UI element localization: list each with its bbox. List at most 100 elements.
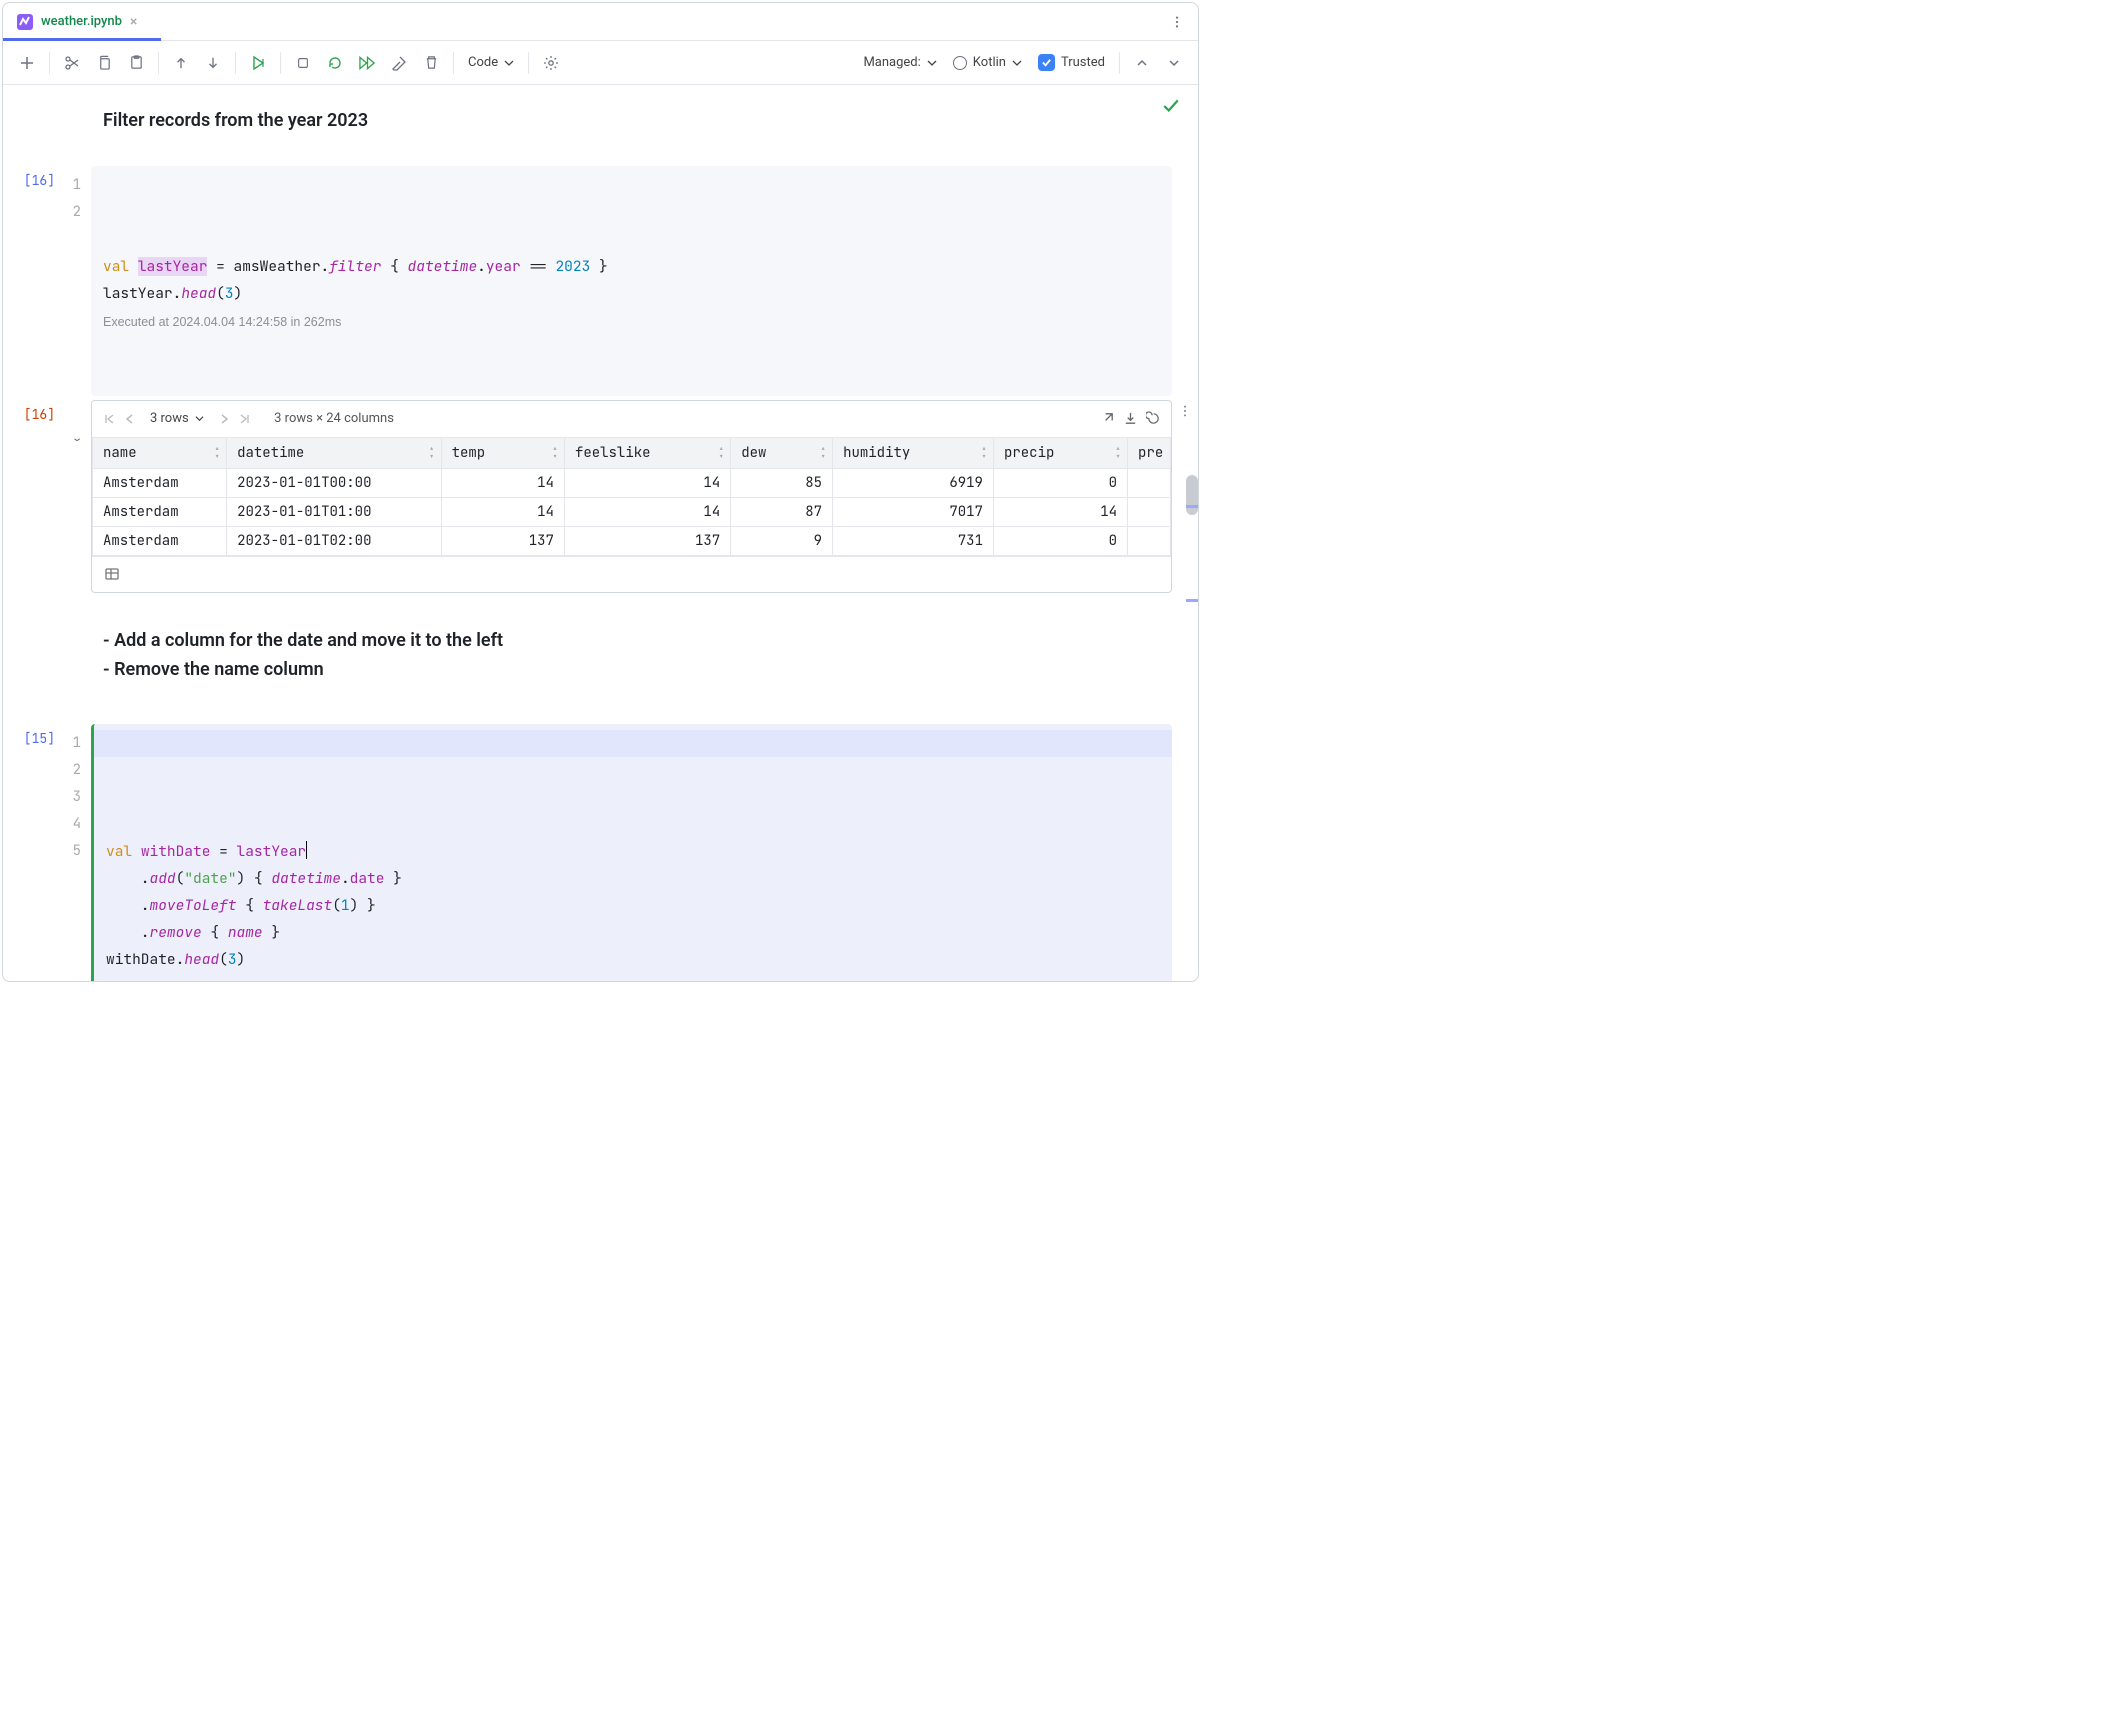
code-token: name (228, 923, 263, 942)
chevron-down-icon (504, 58, 514, 68)
first-page-button[interactable] (102, 412, 116, 426)
dataframe-table: name▴▾ datetime▴▾ temp▴▾ feelslike▴▾ dew… (92, 437, 1171, 556)
cut-button[interactable] (58, 49, 86, 77)
rows-selector[interactable]: 3 rows (144, 411, 210, 426)
scrollbar-mark (1186, 599, 1198, 602)
line-numbers: 12 (63, 166, 91, 396)
play-icon (250, 55, 266, 71)
copy-button[interactable] (90, 49, 118, 77)
restart-button[interactable] (321, 49, 349, 77)
code-token: lastYear (138, 257, 208, 276)
markdown-line: - Remove the name column (103, 656, 1153, 685)
code-token: 1 (341, 896, 350, 915)
code-token: lastYear (103, 284, 173, 303)
table-cell: 9 (731, 526, 833, 555)
dataframe-output: 3 rows 3 rows × 24 columns name▴▾ dateti… (91, 400, 1172, 593)
code-token: moveToLeft (150, 896, 237, 915)
next-page-button[interactable] (218, 413, 230, 425)
column-header[interactable]: feelslike▴▾ (564, 437, 730, 468)
code-token: withDate (106, 950, 176, 969)
move-up-button[interactable] (167, 49, 195, 77)
code-token: filter (329, 257, 381, 276)
output-prompt: [16] (3, 400, 63, 593)
paste-button[interactable] (122, 49, 150, 77)
move-down-button[interactable] (199, 49, 227, 77)
code-editor[interactable]: val lastYear = amsWeather.filter { datet… (91, 166, 1172, 396)
column-header[interactable]: precip▴▾ (993, 437, 1127, 468)
output-collapse-button[interactable]: ⌄ (63, 400, 91, 593)
code-cell[interactable]: [16] 12 val lastYear = amsWeather.filter… (3, 166, 1198, 396)
collapse-up-button[interactable] (1128, 49, 1156, 77)
fast-forward-icon (359, 56, 376, 70)
column-header[interactable]: humidity▴▾ (833, 437, 994, 468)
spiral-icon (1146, 411, 1161, 426)
code-token: head (184, 950, 219, 969)
clear-outputs-button[interactable] (385, 49, 413, 77)
run-all-button[interactable] (353, 49, 381, 77)
markdown-cell[interactable]: Filter records from the year 2023 (103, 107, 1153, 136)
code-token: amsWeather (234, 257, 321, 276)
code-editor[interactable]: val withDate = lastYear .add("date") { d… (91, 724, 1172, 981)
code-token: . (341, 869, 350, 888)
delete-cell-button[interactable] (417, 49, 445, 77)
settings-button[interactable] (537, 49, 565, 77)
table-cell: 0 (993, 468, 1127, 497)
kernel-selector[interactable]: Kotlin (947, 55, 1028, 70)
chevron-down-icon (927, 58, 937, 68)
code-token: . (477, 257, 486, 276)
checkbox-checked-icon (1038, 54, 1055, 71)
table-cell: 85 (731, 468, 833, 497)
table-cell: 2023-01-01T02:00 (227, 526, 442, 555)
trusted-toggle[interactable]: Trusted (1032, 54, 1111, 71)
download-icon (1123, 411, 1138, 426)
notebook-body[interactable]: Filter records from the year 2023 [16] 1… (3, 85, 1198, 981)
stop-button[interactable] (289, 49, 317, 77)
close-tab-icon[interactable]: × (130, 14, 137, 30)
code-token: datetime (271, 869, 341, 888)
notebook-toolbar: Code Managed: Kotlin Trusted (3, 41, 1198, 85)
download-button[interactable] (1123, 411, 1138, 426)
output-menu-button[interactable] (1178, 404, 1192, 418)
table-cell: 14 (441, 468, 564, 497)
column-header[interactable]: name▴▾ (93, 437, 227, 468)
code-token: } (384, 869, 401, 888)
add-cell-button[interactable] (13, 49, 41, 77)
code-token: { (202, 923, 228, 942)
last-page-button[interactable] (238, 412, 252, 426)
table-cell: Amsterdam (93, 468, 227, 497)
tab-overflow-button[interactable] (1156, 3, 1198, 40)
execution-meta: Executed at 2024.04.04 14:24:58 in 262ms (103, 309, 1160, 336)
input-prompt: [15] (3, 724, 63, 981)
column-header[interactable]: dew▴▾ (731, 437, 833, 468)
stop-icon (296, 56, 310, 70)
table-cell: Amsterdam (93, 526, 227, 555)
code-token: ( (176, 869, 185, 888)
table-row[interactable]: Amsterdam2023-01-01T01:00141487701714 (93, 497, 1171, 526)
managed-selector[interactable]: Managed: (857, 55, 942, 70)
code-token: "date" (184, 869, 236, 888)
run-cell-button[interactable] (244, 49, 272, 77)
refresh-button[interactable] (1146, 411, 1161, 426)
prev-page-button[interactable] (124, 413, 136, 425)
table-cell: 14 (564, 497, 730, 526)
open-external-button[interactable] (1100, 411, 1115, 426)
tab-weather[interactable]: weather.ipynb × (3, 3, 151, 40)
table-row[interactable]: Amsterdam2023-01-01T02:0013713797310 (93, 526, 1171, 555)
code-token: . (321, 257, 330, 276)
cell-type-label: Code (468, 55, 498, 70)
code-token: . (176, 950, 185, 969)
code-token: withDate (141, 842, 211, 861)
trash-icon (424, 55, 439, 70)
cell-type-selector[interactable]: Code (462, 55, 520, 70)
column-header[interactable]: temp▴▾ (441, 437, 564, 468)
table-cell: Amsterdam (93, 497, 227, 526)
collapse-down-button[interactable] (1160, 49, 1188, 77)
column-header[interactable]: datetime▴▾ (227, 437, 442, 468)
markdown-cell[interactable]: - Add a column for the date and move it … (103, 627, 1153, 685)
tab-strip: weather.ipynb × (3, 3, 1198, 41)
managed-label: Managed: (863, 55, 920, 70)
table-row[interactable]: Amsterdam2023-01-01T00:0014148569190 (93, 468, 1171, 497)
table-cell: 137 (564, 526, 730, 555)
code-cell[interactable]: [15] 12345 val withDate = lastYear .add(… (3, 724, 1198, 981)
column-header[interactable]: pre (1128, 437, 1171, 468)
